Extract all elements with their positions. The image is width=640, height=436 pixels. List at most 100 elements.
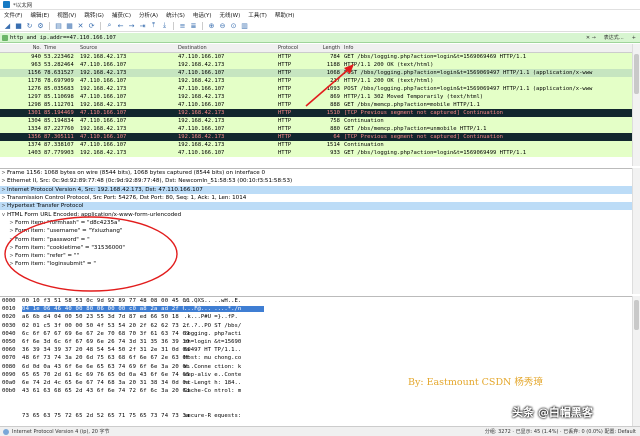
col-length[interactable]: Length [322,45,344,51]
menu-statistics[interactable]: 统计(S) [162,11,189,19]
bytes-scrollbar[interactable] [632,296,640,426]
bookmark-icon[interactable] [2,34,8,41]
col-destination[interactable]: Destination [178,45,278,51]
packet-row[interactable]: 940 53.223462 192.168.42.173 47.110.166.107… [0,53,632,61]
collapsed-arrow-icon[interactable]: > [0,170,7,176]
hex-ascii[interactable]: ...QXS.. ..wH..E. [184,298,264,304]
collapsed-arrow-icon[interactable]: > [8,245,15,251]
menu-file[interactable]: 文件(F) [0,11,26,19]
expanded-arrow-icon[interactable]: v [0,212,7,218]
packet-row[interactable]: 1403 87.779903 192.168.42.173 47.110.166.10… [0,149,632,157]
col-source[interactable]: Source [78,45,178,51]
add-filter-button[interactable]: + [628,35,640,41]
packet-row[interactable]: 963 53.282464 47.110.166.107 192.168.42.173… [0,61,632,69]
packet-row[interactable]: 1356 87.305111 47.110.166.107 192.168.42.17… [0,133,632,141]
colorize-icon[interactable]: ≣ [189,21,198,30]
zoom-out-icon[interactable]: ⊖ [218,21,227,30]
collapsed-arrow-icon[interactable]: > [8,220,15,226]
collapsed-arrow-icon[interactable]: > [0,178,7,184]
packet-row[interactable]: 1298 85.112701 192.168.42.173 47.110.166.10… [0,101,632,109]
menu-edit[interactable]: 编辑(E) [26,11,53,19]
hex-bytes[interactable]: 43 61 63 68 65 2d 43 6f 6e 74 72 6f 6c 3… [22,388,189,394]
hex-ascii[interactable]: logging. php?acti [184,331,264,337]
hex-bytes[interactable]: 00 10 f3 51 58 53 0c 9d 92 89 77 48 08 0… [22,298,189,304]
detail-tree-item[interactable]: > Form item: "username" = "Yxiuzhang" [0,227,632,235]
options-gear-icon[interactable]: ⚙ [36,21,45,30]
col-no[interactable]: No. [0,45,44,51]
scrollbar-thumb[interactable] [634,54,639,94]
detail-tree-item[interactable]: > Frame 1156: 1068 bytes on wire (8544 bi… [0,169,632,177]
collapsed-arrow-icon[interactable]: > [8,237,15,243]
detail-tree-item[interactable]: v HTML Form URL Encoded: application/x-ww… [0,210,632,218]
hex-bytes[interactable]: a6 6b d4 04 00 50 23 55 3d 7d 87 ed 66 5… [22,314,184,320]
detail-tree-item[interactable]: > Form item: "refer" = "" [0,252,632,260]
col-time[interactable]: Time [44,45,78,51]
display-filter-input[interactable]: http and ip.addr==47.110.166.107 [10,35,582,41]
hex-ascii[interactable]: secure-R equests: [184,413,264,419]
go-back-icon[interactable]: ← [116,21,125,30]
go-to-packet-icon[interactable]: ⇥ [138,21,147,30]
detail-tree-item[interactable]: > Ethernet II, Src: 0c:9d:92:89:77:48 (0c… [0,177,632,185]
packet-row[interactable]: 1297 85.110698 47.110.166.107 192.168.42.17… [0,93,632,101]
detail-tree-item[interactable]: > Internet Protocol Version 4, Src: 192.1… [0,185,632,194]
hex-ascii[interactable]: 69497 HT TP/1.1.. [184,347,264,353]
collapsed-arrow-icon[interactable]: > [8,228,15,234]
hex-bytes[interactable]: 6f 6e 3d 6c 6f 67 69 6e 26 74 3d 31 35 3… [22,339,189,345]
open-file-icon[interactable]: ▤ [54,21,63,30]
hex-bytes[interactable]: 65 65 70 2d 61 6c 69 76 65 0d 0a 43 6f 6… [22,372,189,378]
last-packet-icon[interactable]: ⤓ [160,21,169,30]
menu-telephony[interactable]: 电话(Y) [189,11,216,19]
menu-capture[interactable]: 捕获(C) [108,11,135,19]
first-packet-icon[interactable]: ⤒ [149,21,158,30]
hex-bytes[interactable]: 48 6f 73 74 3a 20 6d 75 63 68 6f 6e 67 2… [22,355,189,361]
detail-tree-item[interactable]: > Form item: "password" = " [0,235,632,243]
hex-ascii[interactable]: Host: mu chong.co [184,355,264,361]
collapsed-arrow-icon[interactable]: > [0,195,7,201]
hex-ascii[interactable]: Cache-Co ntrol: m [184,388,264,394]
reload-icon[interactable]: ⟳ [87,21,96,30]
stop-capture-icon[interactable]: ■ [14,21,23,30]
shark-fin-start-icon[interactable]: ◢ [3,21,12,30]
hex-bytes[interactable]: 73 65 63 75 72 65 2d 52 65 71 75 65 73 7… [22,413,189,419]
collapsed-arrow-icon[interactable]: > [0,203,7,209]
packet-row[interactable]: 1334 87.227760 192.168.42.173 47.110.166.10… [0,125,632,133]
hex-bytes[interactable]: 04 1e 06 46 40 00 80 06 00 00 c0 a8 2a a… [22,306,189,313]
go-forward-icon[interactable]: → [127,21,136,30]
collapsed-arrow-icon[interactable]: > [8,261,15,267]
detail-tree-item[interactable]: > Form item: "formhash" = "d8c4235a" [0,219,632,227]
hex-ascii[interactable]: eep-aliv e..Conte [184,372,264,378]
restart-capture-icon[interactable]: ↻ [25,21,34,30]
filter-arrow-icon[interactable]: ✕ → [582,35,600,41]
hex-bytes[interactable]: 6d 0d 0a 43 6f 6e 6e 65 63 74 69 6f 6e 3… [22,364,189,370]
menu-analyze[interactable]: 分析(A) [135,11,162,19]
zoom-in-icon[interactable]: ⊕ [207,21,216,30]
menu-help[interactable]: 帮助(H) [271,11,298,19]
collapsed-arrow-icon[interactable]: > [8,253,15,259]
hex-ascii[interactable]: on=login &t=15690 [184,339,264,345]
col-protocol[interactable]: Protocol [278,45,322,51]
collapsed-arrow-icon[interactable]: > [0,187,7,193]
save-file-icon[interactable]: ▦ [65,21,74,30]
packet-list-scrollbar[interactable] [632,44,640,166]
resize-columns-icon[interactable]: ▥ [240,21,249,30]
packet-row[interactable]: 1276 85.035683 192.168.42.173 47.110.166.10… [0,85,632,93]
details-scrollbar[interactable] [632,168,640,294]
menu-view[interactable]: 视图(V) [53,11,80,19]
hex-ascii[interactable]: ...?..PO ST /bbs/ [184,323,264,329]
scrollbar-thumb[interactable] [634,300,639,330]
hex-bytes[interactable]: 6e 74 2d 4c 65 6e 67 74 68 3a 20 31 38 3… [22,380,189,386]
zoom-reset-icon[interactable]: ⊙ [229,21,238,30]
detail-tree-item[interactable]: > Hypertext Transfer Protocol [0,202,632,211]
detail-tree-item[interactable]: > Transmission Control Protocol, Src Port… [0,194,632,202]
expression-button[interactable]: 表达式… [600,34,628,41]
hex-bytes[interactable]: 02 01 c5 3f 00 00 50 4f 53 54 20 2f 62 6… [22,323,189,329]
packet-row[interactable]: 1156 78.631527 192.168.42.173 47.110.166.10… [0,69,632,77]
close-file-icon[interactable]: ✕ [76,21,85,30]
hex-ascii[interactable]: m..Conne ction: k [184,364,264,370]
hex-ascii[interactable]: nt-Lengt h: 184.. [184,380,264,386]
packet-row[interactable]: 1374 87.338107 47.110.166.107 192.168.42.17… [0,141,632,149]
menu-go[interactable]: 跳转(G) [80,11,108,19]
packet-row[interactable]: 1304 85.194834 47.110.166.107 192.168.42.17… [0,117,632,125]
hex-bytes[interactable]: 6c 6f 67 67 69 6e 67 2e 70 68 70 3f 61 6… [22,331,189,337]
menu-tools[interactable]: 工具(T) [244,11,271,19]
